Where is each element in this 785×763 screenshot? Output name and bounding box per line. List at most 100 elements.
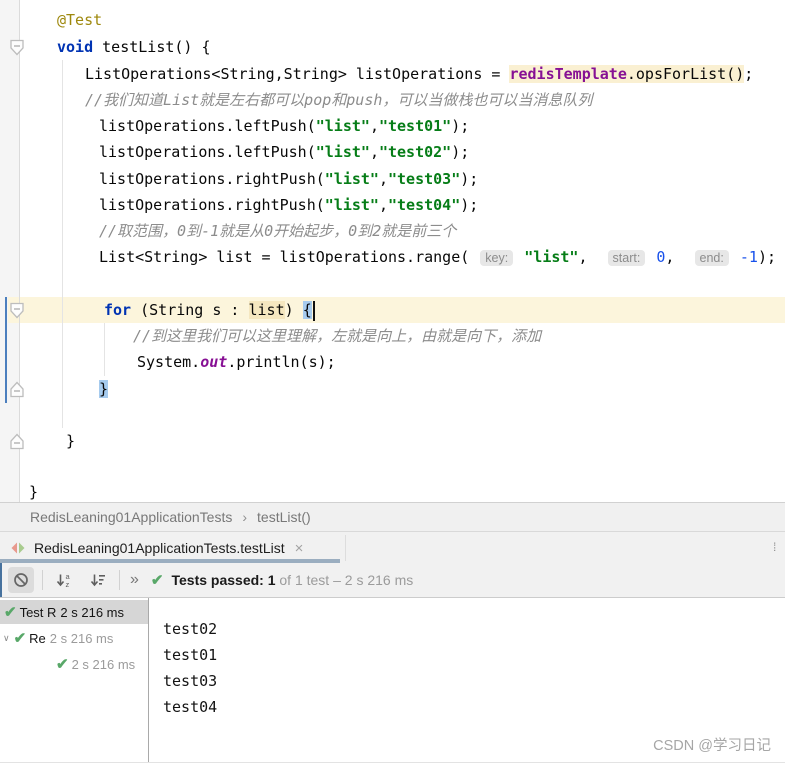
code-token[interactable]: "list" [325,196,379,214]
fold-expand-icon[interactable] [9,39,25,56]
sort-alphabetically-button[interactable]: a z [51,567,77,593]
test-duration: 2 s 216 ms [60,604,125,620]
code-token[interactable]: ); [460,196,478,214]
code-line[interactable]: listOperations.rightPush("list","test04"… [99,192,478,218]
code-token[interactable]: "test04" [388,196,460,214]
console-output[interactable]: test02 test01 test03 test04 [163,616,217,720]
code-token[interactable]: , [665,248,692,266]
code-line[interactable]: List<String> list = listOperations.range… [99,244,776,270]
code-token[interactable]: ); [451,117,469,135]
test-tree-row[interactable]: ✔ 2 s 216 ms [0,652,148,676]
code-line[interactable]: ListOperations<String,String> listOperat… [85,61,753,87]
code-token[interactable]: //我们知道List就是左右都可以pop和push，可以当做栈也可以当消息队列 [85,91,592,109]
code-token[interactable]: , [370,117,379,135]
test-tree-row[interactable]: ✔ Test R2 s 216 ms [0,600,148,624]
code-token[interactable]: listOperations.rightPush( [99,196,325,214]
code-line[interactable]: void testList() { [57,34,211,60]
text-cursor [312,300,315,321]
code-token[interactable]: //到这里我们可以这里理解，左就是向上，由就是向下，添加 [133,327,541,345]
code-line[interactable]: //我们知道List就是左右都可以pop和push，可以当做栈也可以当消息队列 [85,87,592,113]
code-token[interactable]: } [99,380,109,398]
code-token[interactable]: "list" [316,117,370,135]
code-token[interactable]: "list" [325,170,379,188]
code-editor[interactable]: @Test void testList() { ListOperations<Str… [0,0,785,502]
more-actions-icon[interactable]: » [130,571,139,589]
toolbar-separator [42,570,43,590]
code-token[interactable]: } [29,483,38,501]
code-token[interactable]: "list" [524,248,578,266]
fold-end-icon[interactable] [9,381,25,398]
code-line[interactable]: for (String s : list) { [104,297,315,323]
code-token[interactable]: } [66,432,75,450]
code-token[interactable]: .println(s); [227,353,335,371]
code-token[interactable]: "test03" [388,170,460,188]
indent-guide [104,323,105,376]
sort-by-duration-button[interactable] [85,567,111,593]
panel-options-icon[interactable]: ⁞ [773,540,783,554]
code-token[interactable]: redisTemplate [509,65,627,83]
code-token[interactable] [515,248,524,266]
code-token[interactable]: for [104,301,131,319]
code-line[interactable]: @Test [57,7,102,33]
breadcrumb-method[interactable]: testList() [257,509,311,525]
code-token[interactable]: void [57,38,93,56]
code-token[interactable]: ); [460,170,478,188]
code-token[interactable]: , [370,143,379,161]
code-token[interactable]: List<String> list = listOperations.range… [99,248,478,266]
code-line[interactable]: listOperations.leftPush("list","test01")… [99,113,469,139]
fold-expand-icon[interactable] [9,302,25,319]
code-token[interactable]: -1 [740,248,758,266]
code-token[interactable] [731,248,740,266]
code-token[interactable]: (String s : [131,301,248,319]
code-token[interactable]: end: [694,250,729,266]
code-token[interactable]: ) [285,301,303,319]
code-line[interactable]: //取范围，0到-1就是从0开始起步，0到2就是前三个 [99,218,456,244]
code-token[interactable]: System. [137,353,200,371]
hide-passed-button[interactable] [8,567,34,593]
code-token[interactable]: listOperations.leftPush( [99,143,316,161]
code-token[interactable]: out [200,353,227,371]
test-passed-check-icon: ✔ [13,630,27,647]
code-token[interactable]: start: [607,250,646,266]
sort-alpha-icon: a z [56,572,71,588]
test-tree[interactable]: ✔ Test R2 s 216 ms ∨ ✔ Re 2 s 216 ms ✔ 2 s 216 … [0,598,148,762]
code-token[interactable]: ; [744,65,753,83]
console-line: test04 [163,698,218,716]
code-token[interactable]: @Test [57,11,102,29]
tree-console-splitter[interactable] [148,598,149,762]
test-tree-row[interactable]: ∨ ✔ Re 2 s 216 ms [0,626,148,650]
code-line[interactable]: //到这里我们可以这里理解，左就是向上，由就是向下，添加 [133,323,541,349]
code-token[interactable]: list [248,301,285,319]
code-token[interactable]: "test01" [379,117,451,135]
code-token[interactable]: "test02" [379,143,451,161]
breadcrumb-class[interactable]: RedisLeaning01ApplicationTests [30,509,232,525]
code-token[interactable]: , [578,248,605,266]
code-token[interactable]: ); [451,143,469,161]
run-tab-title: RedisLeaning01ApplicationTests.testList [34,540,285,556]
code-line[interactable]: listOperations.leftPush("list","test02")… [99,139,469,165]
toolwindow-accent-border [0,563,2,597]
code-token[interactable]: //取范围，0到-1就是从0开始起步，0到2就是前三个 [99,222,456,240]
gutter-separator [19,0,20,502]
code-token[interactable]: , [379,170,388,188]
code-token[interactable]: .opsForList() [626,65,745,83]
code-token[interactable]: ); [758,248,776,266]
code-token[interactable]: { [302,301,312,319]
code-line[interactable]: System.out.println(s); [137,349,336,375]
code-line[interactable]: listOperations.rightPush("list","test03"… [99,166,478,192]
console-line: test03 [163,672,218,690]
chevron-down-icon[interactable]: ∨ [3,633,10,644]
code-token[interactable]: testList() { [93,38,210,56]
code-line[interactable]: } [66,428,75,454]
code-token[interactable]: key: [480,250,514,266]
fold-end-icon[interactable] [9,433,25,450]
code-token[interactable]: , [379,196,388,214]
close-icon[interactable]: × [295,540,304,557]
code-token[interactable]: listOperations.leftPush( [99,117,316,135]
code-token[interactable]: "list" [316,143,370,161]
code-token[interactable]: ListOperations<String,String> listOperat… [85,65,509,83]
change-marker[interactable] [5,297,7,403]
code-token[interactable]: listOperations.rightPush( [99,170,325,188]
test-duration: 2 s 216 ms [49,630,114,646]
code-line[interactable]: } [99,376,109,402]
